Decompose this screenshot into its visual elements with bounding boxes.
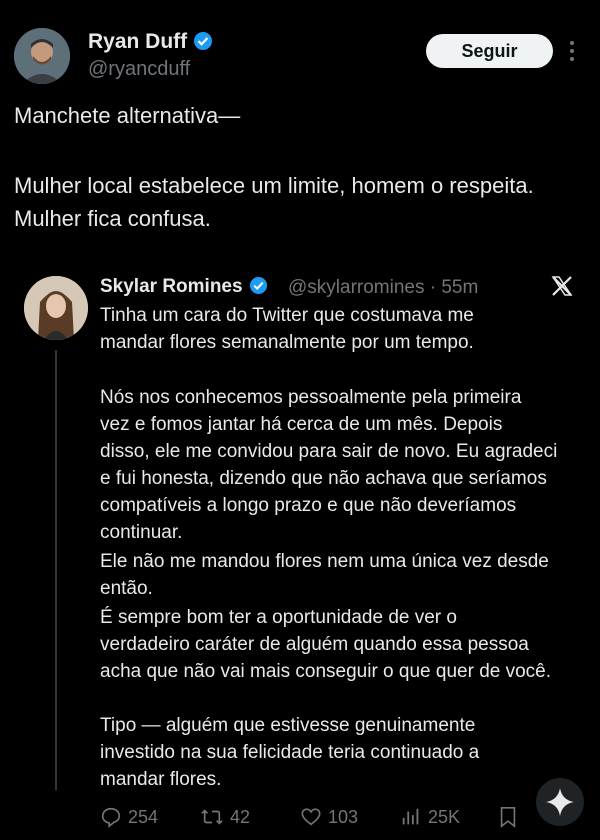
quoted-text-line: disso, ele me convidou para sair de novo… <box>100 441 558 462</box>
more-options-icon[interactable] <box>568 38 576 64</box>
quoted-text-line: compatíveis a longo prazo e que não deve… <box>100 495 517 516</box>
follow-button[interactable]: Seguir <box>426 34 553 68</box>
like-count: 103 <box>328 806 359 827</box>
views-icon <box>402 808 419 825</box>
retweet-count: 42 <box>230 806 251 827</box>
quoted-handle-time[interactable]: @skylarromines · 55m <box>288 277 478 299</box>
quoted-text-line: verdadeiro caráter de alguém quando essa… <box>100 634 529 655</box>
quoted-text-line: mandar flores semanalmente por um tempo. <box>100 332 474 353</box>
quoted-avatar[interactable] <box>24 276 88 340</box>
quoted-text-line: mandar flores. <box>100 769 222 790</box>
quoted-text-line: continuar. <box>100 522 183 543</box>
author-handle[interactable]: @ryancduff <box>88 58 190 81</box>
quoted-text-line: Tinha um cara do Twitter que costumava m… <box>100 305 474 326</box>
action-bar: 254 42 103 25K <box>0 806 600 830</box>
quoted-text-line: Ele não me mandou flores nem uma única v… <box>100 551 549 572</box>
quoted-text-line: então. <box>100 578 153 599</box>
tweet-text-line: Mulher fica confusa. <box>14 206 211 231</box>
heart-icon <box>301 808 321 826</box>
grok-sparkle-button[interactable] <box>536 778 584 826</box>
reply-count: 254 <box>128 806 159 827</box>
x-logo-icon[interactable] <box>550 274 574 298</box>
thread-line <box>55 350 57 790</box>
quoted-text-line: É sempre bom ter a oportunidade de ver o <box>100 607 457 628</box>
like-button[interactable]: 103 <box>300 806 358 828</box>
quoted-text-line: e fui honesta, dizendo que não achava qu… <box>100 468 547 489</box>
bookmark-icon <box>500 807 516 828</box>
author-avatar[interactable] <box>14 28 70 84</box>
tweet-text-line: Mulher local estabelece um limite, homem… <box>14 173 534 198</box>
quoted-text-line: Tipo — alguém que estivesse genuinamente <box>100 715 476 736</box>
bookmark-button[interactable] <box>498 806 524 828</box>
reply-button[interactable]: 254 <box>100 806 158 828</box>
reply-icon <box>101 807 121 828</box>
quoted-author-name-row[interactable]: Skylar Romines <box>100 276 268 301</box>
retweet-button[interactable]: 42 <box>200 806 250 828</box>
quoted-text-line: investido na sua felicidade teria contin… <box>100 742 480 763</box>
retweet-icon <box>201 809 223 825</box>
views-count: 25K <box>428 806 461 827</box>
quoted-author-name[interactable]: Skylar Romines <box>100 276 243 297</box>
verified-badge-icon <box>249 276 268 301</box>
quoted-text-line: Nós nos conhecemos pessoalmente pela pri… <box>100 387 522 408</box>
sparkle-icon <box>546 788 574 816</box>
author-name[interactable]: Ryan Duff <box>88 30 187 53</box>
views-button[interactable]: 25K <box>400 806 460 828</box>
quoted-text-line: vez e fomos jantar há cerca de um mês. D… <box>100 414 503 435</box>
author-name-row[interactable]: Ryan Duff <box>88 30 213 57</box>
verified-badge-icon <box>193 31 213 57</box>
quoted-text-line: acha que não vai mais conseguir o que qu… <box>100 661 552 682</box>
tweet-text-line: Manchete alternativa— <box>14 103 241 128</box>
